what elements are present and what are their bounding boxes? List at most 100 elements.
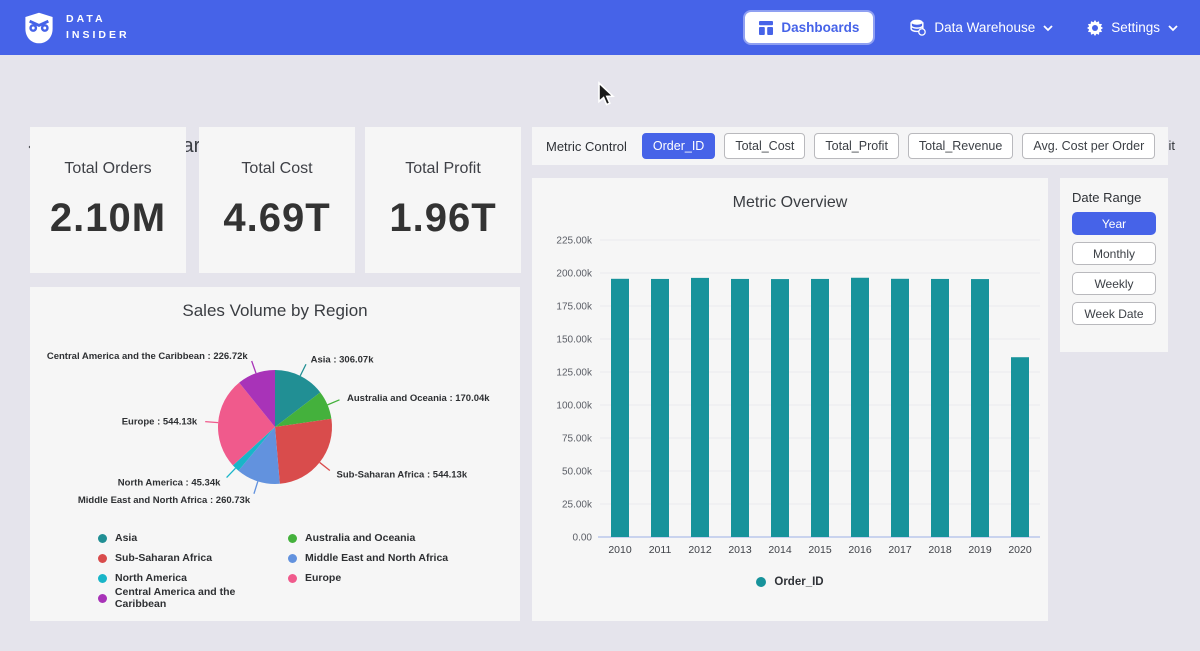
pie-legend-item-north-america[interactable]: North America	[98, 568, 288, 588]
bar-2010[interactable]	[611, 279, 629, 537]
svg-text:75.00k: 75.00k	[562, 434, 593, 445]
svg-text:2018: 2018	[928, 544, 952, 556]
dashboards-grid-icon	[759, 21, 773, 35]
nav-data-warehouse-menu[interactable]: Data Warehouse	[909, 19, 1053, 36]
legend-dot	[98, 574, 107, 583]
pie-legend-item-asia[interactable]: Asia	[98, 528, 288, 548]
svg-text:Sub-Saharan Africa : 544.13k: Sub-Saharan Africa : 544.13k	[337, 470, 468, 481]
pie-slice-sub-saharan-africa[interactable]	[275, 419, 332, 484]
bar-2012[interactable]	[691, 278, 709, 537]
legend-label: Australia and Oceania	[305, 532, 415, 544]
legend-label: Asia	[115, 532, 137, 544]
svg-text:2017: 2017	[888, 544, 912, 556]
brand-logo[interactable]: DATAINSIDER	[22, 11, 130, 45]
owl-logo-icon	[22, 11, 56, 45]
date-range-panel: Date Range Year Monthly Weekly Week Date	[1060, 178, 1168, 352]
range-button-weekly[interactable]: Weekly	[1072, 272, 1156, 295]
pie-legend-item-europe[interactable]: Europe	[288, 568, 520, 588]
svg-text:25.00k: 25.00k	[562, 500, 593, 511]
bar-2017[interactable]	[891, 279, 909, 537]
nav-settings-menu[interactable]: Settings	[1087, 20, 1178, 36]
pie-chart-legend: Asia Sub-Saharan Africa North America Centr…	[98, 528, 520, 608]
nav-dashboards-label: Dashboards	[781, 20, 859, 35]
nav-dashboards-button[interactable]: Dashboards	[743, 10, 875, 45]
metric-button-total-profit[interactable]: Total_Profit	[814, 133, 899, 159]
svg-text:200.00k: 200.00k	[556, 269, 593, 280]
bar-chart-legend: Order_ID	[540, 576, 1040, 588]
metric-button-total-cost[interactable]: Total_Cost	[724, 133, 805, 159]
metric-control-buttons: Order_ID Total_Cost Total_Profit Total_Reve…	[642, 133, 1155, 159]
chevron-down-icon	[1168, 25, 1178, 31]
legend-dot-order-id	[756, 577, 766, 587]
pie-legend-item-australia-and-oceania[interactable]: Australia and Oceania	[288, 528, 520, 548]
svg-text:175.00k: 175.00k	[556, 302, 593, 313]
range-button-year[interactable]: Year	[1072, 212, 1156, 235]
chevron-down-icon	[1043, 25, 1053, 31]
svg-text:2014: 2014	[768, 544, 792, 556]
svg-text:North America : 45.34k: North America : 45.34k	[118, 477, 221, 488]
bar-chart[interactable]: 0.00 25.00k 50.00k 75.00k 100.00k 125.00k 150.…	[540, 222, 1040, 570]
svg-text:Europe : 544.13k: Europe : 544.13k	[122, 417, 198, 428]
bar-2011[interactable]	[651, 279, 669, 537]
nav-settings-label: Settings	[1111, 20, 1160, 35]
bar-2018[interactable]	[931, 279, 949, 537]
bar-2013[interactable]	[731, 279, 749, 537]
svg-text:2012: 2012	[688, 544, 712, 556]
kpi-card-total-orders: Total Orders 2.10M	[30, 127, 186, 273]
svg-text:150.00k: 150.00k	[556, 335, 593, 346]
legend-label: Central America and the Caribbean	[115, 586, 288, 610]
svg-text:Asia : 306.07k: Asia : 306.07k	[311, 354, 375, 365]
pie-legend-item-middle-east-and-north-africa[interactable]: Middle East and North Africa	[288, 548, 520, 568]
svg-text:0.00: 0.00	[573, 533, 593, 544]
date-range-label: Date Range	[1072, 190, 1156, 205]
pie-legend-item-sub-saharan-africa[interactable]: Sub-Saharan Africa	[98, 548, 288, 568]
pie-legend-item-central-america-and-the-caribbean[interactable]: Central America and the Caribbean	[98, 588, 288, 608]
svg-text:225.00k: 225.00k	[556, 236, 593, 247]
gear-icon	[1087, 20, 1103, 36]
kpi-card-total-cost: Total Cost 4.69T	[199, 127, 355, 273]
svg-text:2011: 2011	[649, 544, 672, 556]
svg-text:2016: 2016	[848, 544, 872, 556]
legend-dot	[98, 534, 107, 543]
metric-button-total-revenue[interactable]: Total_Revenue	[908, 133, 1013, 159]
svg-text:Australia and Oceania : 170.04: Australia and Oceania : 170.04k	[347, 393, 490, 404]
legend-label: North America	[115, 572, 187, 584]
metric-control-bar: Metric Control Order_IDTotal_CostTotal_P…	[532, 127, 1168, 165]
svg-text:100.00k: 100.00k	[556, 401, 593, 412]
brand-text: DATAINSIDER	[66, 12, 130, 44]
bar-2016[interactable]	[851, 278, 869, 537]
pie-chart-title: Sales Volume by Region	[30, 301, 520, 321]
svg-text:2019: 2019	[968, 544, 992, 556]
legend-label: Sub-Saharan Africa	[115, 552, 212, 564]
metric-button-order-id[interactable]: Order_ID	[642, 133, 715, 159]
kpi-label: Total Orders	[64, 160, 151, 178]
range-button-monthly[interactable]: Monthly	[1072, 242, 1156, 265]
legend-dot	[288, 554, 297, 563]
legend-dot	[288, 574, 297, 583]
legend-label-order-id: Order_ID	[774, 576, 823, 588]
svg-text:2015: 2015	[808, 544, 832, 556]
legend-dot	[98, 594, 107, 603]
range-button-week-date[interactable]: Week Date	[1072, 302, 1156, 325]
bar-2014[interactable]	[771, 279, 789, 537]
legend-dot	[98, 554, 107, 563]
legend-dot	[288, 534, 297, 543]
bar-2015[interactable]	[811, 279, 829, 537]
svg-text:2020: 2020	[1008, 544, 1032, 556]
legend-label: Middle East and North Africa	[305, 552, 448, 564]
date-range-buttons: Year Monthly Weekly Week Date	[1072, 212, 1156, 325]
kpi-value: 4.69T	[223, 196, 330, 241]
bar-2020[interactable]	[1011, 357, 1029, 537]
svg-text:2010: 2010	[608, 544, 632, 556]
pie-chart[interactable]: Asia : 306.07k Australia and Oceania : 17…	[30, 335, 520, 520]
svg-text:50.00k: 50.00k	[562, 467, 593, 478]
bar-chart-title: Metric Overview	[540, 194, 1040, 212]
kpi-label: Total Profit	[405, 160, 481, 178]
svg-text:2013: 2013	[728, 544, 752, 556]
svg-text:125.00k: 125.00k	[556, 368, 593, 379]
svg-text:Central America and the Caribb: Central America and the Caribbean : 226.…	[47, 351, 249, 362]
nav-data-warehouse-label: Data Warehouse	[934, 20, 1035, 35]
legend-label: Europe	[305, 572, 341, 584]
bar-2019[interactable]	[971, 279, 989, 537]
metric-button-avg-cost-per-order[interactable]: Avg. Cost per Order	[1022, 133, 1155, 159]
